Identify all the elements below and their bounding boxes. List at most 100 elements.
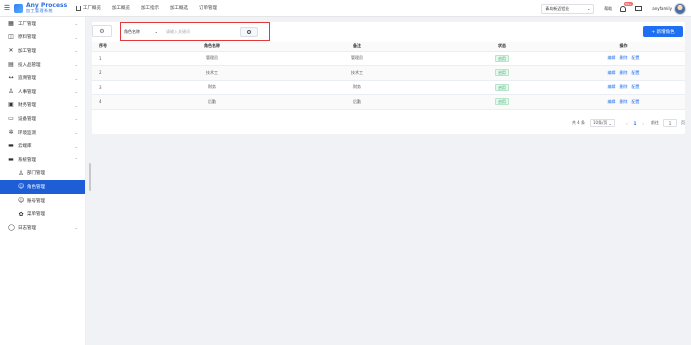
trace-icon: ↔ [8,74,14,82]
config-link[interactable]: 配置 [632,99,640,104]
chevron-down-icon: ⌄ [74,75,78,81]
account-icon: ☺ [18,197,25,205]
search-field-select[interactable]: 角色名称 ⌄ [124,27,161,37]
sidebar-item-finance[interactable]: ▣ 财务管理 ⌄ [0,99,85,113]
home-icon [76,5,81,11]
top-nav: 工厂概览 加工概览 加工指示 加工概选 订单管理 [76,5,228,11]
notification-badge: 99+ [624,1,633,6]
logo-mark-icon [14,3,23,13]
sidebar-item-environment[interactable]: ✲ 环境监测 ⌄ [0,126,85,140]
sidebar-item-factory[interactable]: ▦ 工厂管理 ⌄ [0,17,85,31]
sidebar-item-cloud[interactable]: ▬ 云端库 ⌄ [0,139,85,153]
chevron-down-icon: ⌄ [74,34,78,40]
nav-process-instruction[interactable]: 加工指示 [141,5,159,11]
chevron-down-icon: ⌄ [74,143,78,149]
chevron-down-icon: ⌄ [608,120,612,126]
chevron-up-icon: ⌃ [74,157,78,163]
page-size-select[interactable]: 10条/页 ⌄ [589,119,615,127]
goto-page-input[interactable]: 1 [663,119,677,127]
search-bar: 角色名称 ⌄ 请输入关键词 [120,22,270,41]
sidebar-item-roles[interactable]: ☺ 角色管理 [0,180,85,194]
sidebar-item-hr[interactable]: ♙ 人事管理 ⌄ [0,85,85,99]
col-role-name: 角色名称 [152,42,272,52]
chevron-down-icon: ⌄ [586,6,591,11]
chevron-down-icon: ⌄ [74,102,78,108]
nav-process-selection[interactable]: 加工概选 [170,5,188,11]
status-badge: 启用 [495,69,509,77]
sidebar-item-material[interactable]: ◫ 原料管理 ⌄ [0,31,85,45]
edit-link[interactable]: 编辑 [608,70,616,75]
status-badge: 启用 [495,54,509,62]
table-row: 1 管理员 管理员 启用 编辑 删除 配置 [92,51,685,66]
settings-button[interactable]: ⚙ [92,25,112,37]
tools-icon: ✕ [8,46,14,54]
gear-icon: ⚙ [99,27,105,35]
environment-icon: ✲ [8,128,14,136]
mail-icon[interactable] [635,6,643,11]
menu-toggle-icon[interactable]: ☰ [0,0,14,17]
sidebar: ▦ 工厂管理 ⌄ ◫ 原料管理 ⌄ ✕ 加工管理 ⌄ ▤ 投入品管理 ⌄ ↔ 追溯管理 ⌄ ♙ 人事管… [0,17,86,345]
col-remark: 备注 [272,42,442,52]
roles-panel: ⚙ 角色名称 ⌄ 请输入关键词 + 新增角色 序号 角色名称 备注 状态 操作 … [92,22,685,134]
sidebar-item-department[interactable]: ♙ 部门管理 [0,167,85,181]
nav-factory-overview[interactable]: 工厂概览 [76,5,101,11]
top-header: ☰ Any Process 加工管理系统 工厂概览 加工概览 加工指示 加工概选… [0,0,691,17]
status-badge: 启用 [495,83,509,91]
material-icon: ◫ [8,33,14,41]
avatar[interactable] [674,2,686,15]
factory-icon: ▦ [8,19,14,27]
sidebar-scrollbar[interactable] [89,163,91,191]
pagination: 共 4 条 10条/页 ⌄ ‹ 1 › 前往 1 页 [572,118,685,128]
menu-icon: ✿ [18,210,24,218]
page-number[interactable]: 1 [634,121,637,126]
delete-link[interactable]: 删除 [620,55,628,60]
edit-link[interactable]: 编辑 [608,99,616,104]
search-input[interactable]: 请输入关键词 [166,27,234,37]
delete-link[interactable]: 删除 [620,84,628,89]
config-link[interactable]: 配置 [632,70,640,75]
chevron-down-icon: ⌄ [74,130,78,136]
logo-subtitle: 加工管理系统 [26,8,53,13]
sidebar-item-accounts[interactable]: ☺ 账号管理 [0,194,85,208]
log-icon: ◯ [8,223,15,231]
config-link[interactable]: 配置 [632,55,640,60]
factory-select[interactable]: 青岛新迈铝业 ⌄ [541,3,595,14]
sidebar-item-logs[interactable]: ◯ 日志管理 ⌄ [0,221,85,235]
chevron-down-icon: ⌄ [74,89,78,95]
department-icon: ♙ [18,169,24,177]
sidebar-item-trace[interactable]: ↔ 追溯管理 ⌄ [0,71,85,85]
delete-link[interactable]: 删除 [620,70,628,75]
help-link[interactable]: 帮助 [604,6,612,12]
username[interactable]: anyfamily [652,6,672,11]
chevron-down-icon: ⌄ [74,225,78,231]
chevron-down-icon: ⌄ [74,62,78,68]
cloud-icon: ▬ [8,142,14,150]
person-icon: ♙ [8,87,14,95]
edit-link[interactable]: 编辑 [608,55,616,60]
prev-page-icon[interactable]: ‹ [626,121,628,126]
chevron-down-icon: ⌄ [74,116,78,122]
app-logo[interactable]: Any Process 加工管理系统 [14,3,70,13]
nav-process-overview[interactable]: 加工概览 [112,5,130,11]
sidebar-item-inputs[interactable]: ▤ 投入品管理 ⌄ [0,58,85,72]
sidebar-item-menus[interactable]: ✿ 菜单管理 [0,207,85,221]
chevron-down-icon: ⌄ [154,29,158,34]
delete-link[interactable]: 删除 [620,99,628,104]
sidebar-item-system[interactable]: ▬ 系统管理 ⌃ [0,153,85,167]
chevron-down-icon: ⌄ [74,21,78,27]
finance-icon: ▣ [8,101,14,109]
role-icon: ☺ [18,183,25,191]
total-count: 共 4 条 [571,120,585,125]
sidebar-item-processing[interactable]: ✕ 加工管理 ⌄ [0,44,85,58]
add-role-button[interactable]: + 新增角色 [643,26,683,37]
search-button[interactable] [240,26,258,37]
monitor-icon: ▭ [8,114,14,122]
edit-link[interactable]: 编辑 [608,84,616,89]
bell-icon[interactable]: 99+ [620,1,633,12]
col-actions: 操作 [562,42,685,52]
config-link[interactable]: 配置 [632,84,640,89]
nav-order-management[interactable]: 订单管理 [199,5,217,11]
next-page-icon[interactable]: › [642,121,644,126]
sidebar-item-equipment[interactable]: ▭ 设备管理 ⌄ [0,112,85,126]
roles-table: 序号 角色名称 备注 状态 操作 1 管理员 管理员 启用 编辑 删除 配置 2 技… [92,42,685,110]
